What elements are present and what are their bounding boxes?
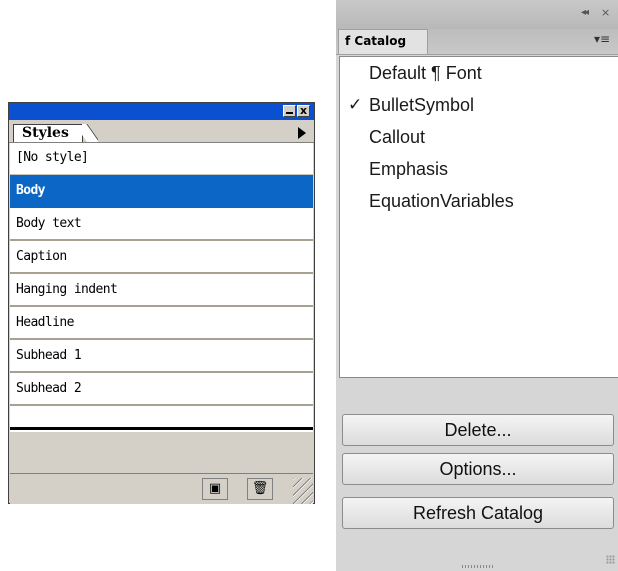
close-button[interactable]: x [297,105,310,117]
options-button[interactable]: Options... [342,453,614,485]
catalog-item-emphasis[interactable]: Emphasis [340,153,618,185]
styles-titlebar[interactable]: x [9,103,314,120]
delete-style-button[interactable]: 🗑 [247,478,273,500]
styles-tabbar: Styles [9,120,314,143]
style-item-no-style[interactable]: [No style] [10,143,313,175]
catalog-item-label: Default ¶ Font [369,63,482,83]
catalog-item-label: EquationVariables [369,191,514,211]
panel-menu-arrow-icon[interactable] [298,127,306,139]
tab-edge [82,124,98,142]
style-item-hanging-indent[interactable]: Hanging indent [10,274,313,307]
catalog-item-label: Callout [369,127,426,147]
resize-grip-icon[interactable] [606,555,615,564]
catalog-item-default-font[interactable]: Default ¶ Font [340,57,618,89]
refresh-catalog-button[interactable]: Refresh Catalog [342,497,614,529]
panel-menu-icon[interactable]: ▾≡ [594,32,610,46]
tab-styles[interactable]: Styles [13,124,83,142]
style-item-subhead-2[interactable]: Subhead 2 [10,373,313,406]
style-item-headline[interactable]: Headline [10,307,313,340]
style-item-body[interactable]: Body [10,175,313,208]
styles-panel: x Styles [No style] Body Body text Capti… [8,102,315,504]
catalog-topbar[interactable]: ◂◂ × [336,0,618,29]
style-item-caption[interactable]: Caption [10,241,313,274]
collapse-icon[interactable]: ◂◂ [581,7,589,18]
catalog-item-bulletsymbol[interactable]: ✓ BulletSymbol [340,89,618,121]
catalog-panel: ◂◂ × f Catalog ▾≡ Default ¶ Font ✓ Bulle… [336,0,618,571]
resize-grip-icon[interactable] [293,478,313,504]
style-item-subhead-1[interactable]: Subhead 1 [10,340,313,373]
checkmark-icon: ✓ [348,95,363,115]
style-item-body-text[interactable]: Body text [10,208,313,241]
catalog-list: Default ¶ Font ✓ BulletSymbol Callout Em… [339,56,618,378]
list-end-divider [10,427,313,430]
new-style-button[interactable]: ▣ [202,478,228,500]
trash-icon: 🗑 [251,481,269,496]
panel-drag-grip-icon[interactable] [462,565,494,568]
catalog-item-label: BulletSymbol [369,95,475,115]
styles-empty-area [10,433,313,473]
catalog-item-equationvariables[interactable]: EquationVariables [340,185,618,217]
styles-bottombar: ▣ 🗑 [10,473,313,504]
delete-button[interactable]: Delete... [342,414,614,446]
new-style-icon: ▣ [208,481,222,496]
catalog-item-label: Emphasis [369,159,449,179]
styles-list: [No style] Body Body text Caption Hangin… [10,143,313,432]
tab-catalog[interactable]: f Catalog [338,29,428,54]
minimize-button[interactable] [283,105,296,117]
close-icon[interactable]: × [601,6,610,19]
catalog-item-callout[interactable]: Callout [340,121,618,153]
